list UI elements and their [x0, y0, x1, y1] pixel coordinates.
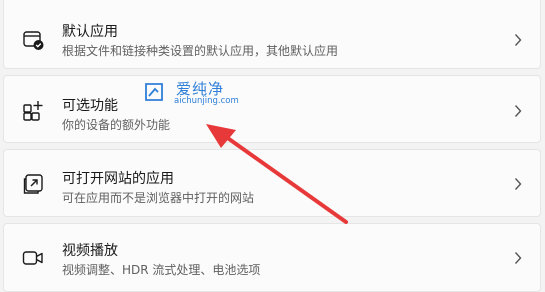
settings-item-description: 视频调整、HDR 流式处理、电池选项 — [62, 263, 261, 277]
chevron-right-icon — [513, 104, 523, 118]
watermark-logo-icon — [143, 81, 165, 103]
settings-item-title: 默认应用 — [62, 24, 118, 40]
settings-item-title: 视频播放 — [62, 243, 118, 259]
default-apps-icon — [21, 28, 45, 52]
settings-item-video-playback[interactable]: 视频播放 视频调整、HDR 流式处理、电池选项 — [3, 223, 541, 292]
watermark: 爱纯净 aichunjing.com — [143, 79, 243, 109]
apps-for-websites-icon — [21, 172, 45, 196]
chevron-right-icon — [513, 251, 523, 265]
settings-item-description: 根据文件和链接种类设置的默认应用，其他默认应用 — [62, 44, 339, 58]
settings-item-optional-features[interactable]: 可选功能 你的设备的额外功能 — [3, 75, 541, 143]
settings-item-description: 你的设备的额外功能 — [62, 118, 171, 132]
chevron-right-icon — [513, 177, 523, 191]
optional-features-icon — [21, 99, 45, 123]
settings-item-description: 可在应用而不是浏览器中打开的网站 — [62, 191, 255, 205]
settings-item-title: 可打开网站的应用 — [62, 171, 174, 187]
video-playback-icon — [21, 246, 45, 270]
settings-item-apps-for-websites[interactable]: 可打开网站的应用 可在应用而不是浏览器中打开的网站 — [3, 149, 541, 217]
settings-item-default-apps[interactable]: 默认应用 根据文件和链接种类设置的默认应用，其他默认应用 — [3, 0, 541, 69]
settings-item-title: 可选功能 — [62, 98, 118, 114]
watermark-url: aichunjing.com — [174, 96, 239, 106]
chevron-right-icon — [513, 33, 523, 47]
